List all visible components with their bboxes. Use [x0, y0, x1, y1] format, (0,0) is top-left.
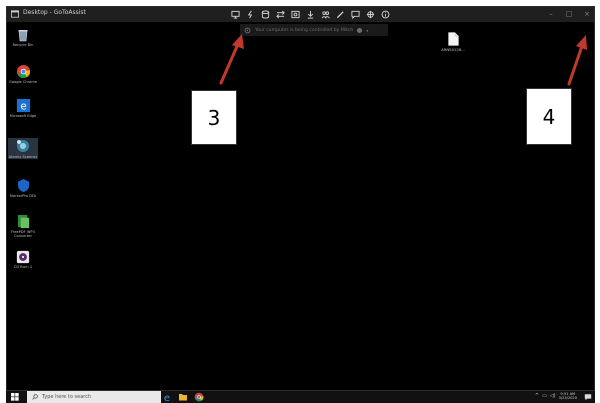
annotation-arrows [219, 34, 587, 86]
arrow-3 [219, 34, 244, 85]
callout-label-3: 3 [191, 90, 237, 145]
arrow-4 [567, 35, 587, 86]
callout-label-4: 4 [526, 88, 572, 145]
